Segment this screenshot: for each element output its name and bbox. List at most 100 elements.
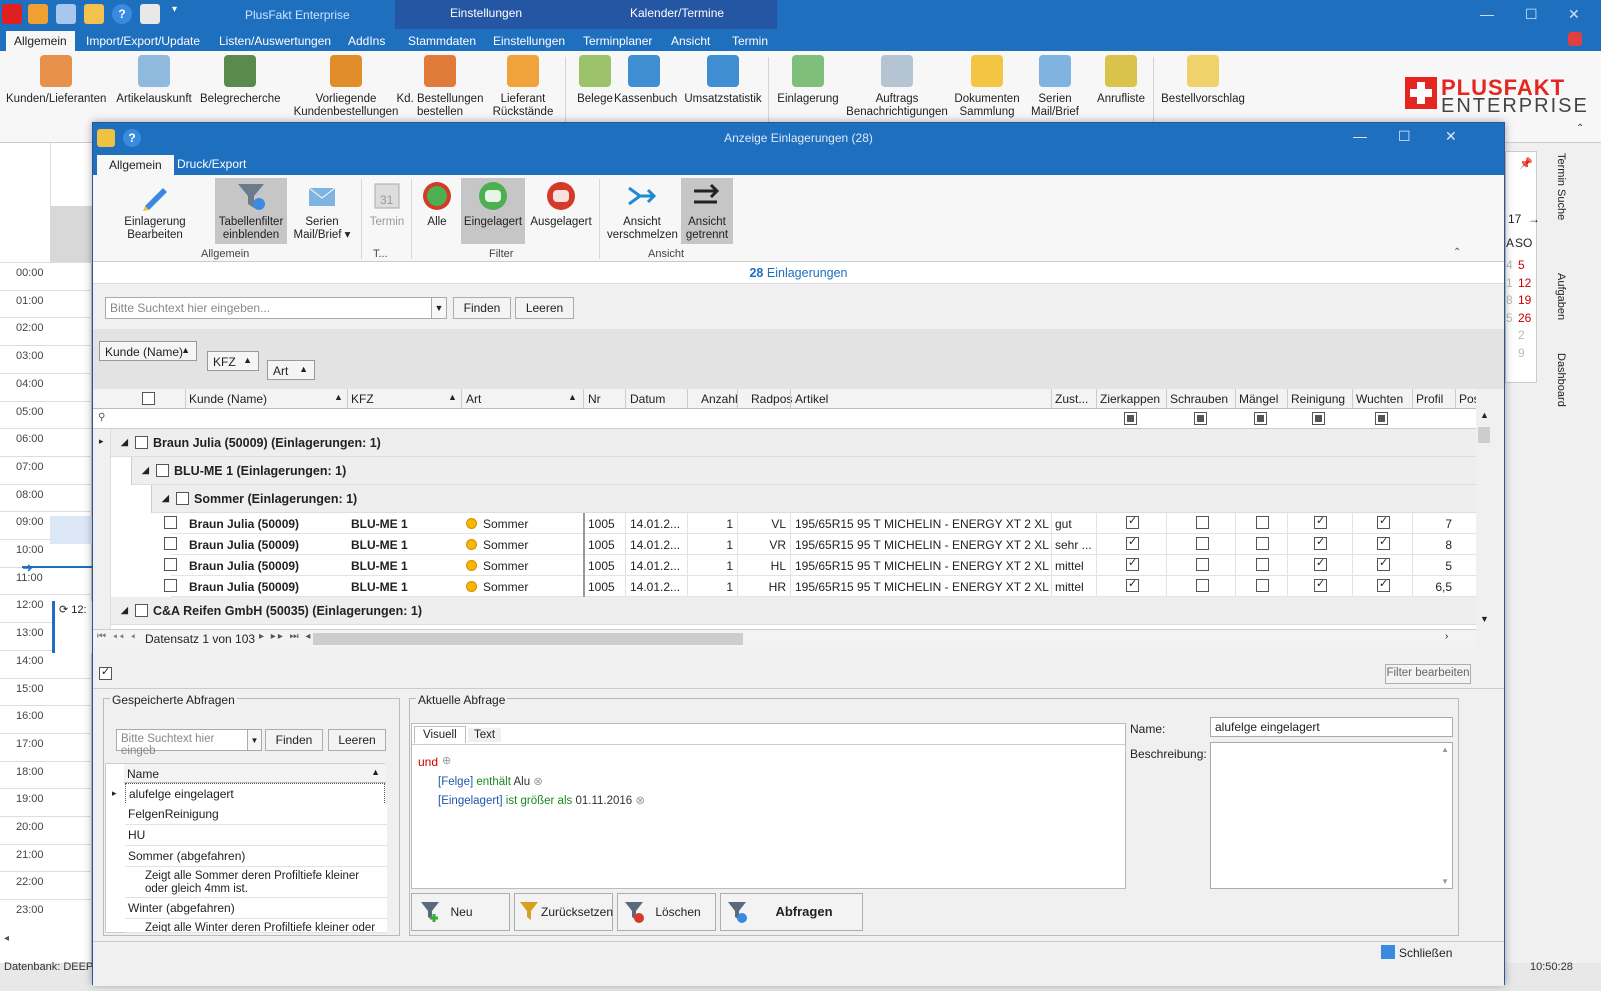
filter-schrauben[interactable]: [1194, 412, 1207, 425]
cell-maengel-checkbox[interactable]: [1256, 516, 1269, 529]
ribbon-belegrecherche-button[interactable]: Belegrecherche: [200, 55, 281, 106]
group-checkbox[interactable]: [176, 492, 189, 505]
tab-einstellungen[interactable]: Einstellungen: [493, 34, 565, 48]
run-query-button[interactable]: Abfragen: [720, 893, 863, 931]
col-nr[interactable]: Nr: [588, 392, 601, 406]
termin-button[interactable]: 31 Termin: [365, 178, 409, 244]
mini-calendar-day[interactable]: 26: [1518, 311, 1531, 325]
group-chip-kfz[interactable]: KFZ ▲: [207, 351, 259, 371]
quick-access-icon-3[interactable]: [84, 4, 104, 24]
cell-maengel-checkbox[interactable]: [1256, 537, 1269, 550]
query-condition-2[interactable]: [Eingelagert] ist größer als 01.11.2016 …: [438, 793, 645, 807]
side-tab-dashboard[interactable]: Dashboard: [1555, 353, 1567, 407]
collapse-icon[interactable]: ◢: [142, 465, 149, 476]
calendar-event[interactable]: ⟳ 12:: [52, 601, 92, 653]
tab-visuell[interactable]: Visuell: [414, 726, 466, 743]
col-art[interactable]: Art: [466, 392, 481, 406]
group-chip-art[interactable]: Art ▲: [267, 360, 315, 380]
clear-button[interactable]: Leeren: [515, 297, 574, 319]
col-schrauben[interactable]: Schrauben: [1170, 392, 1228, 406]
close-icon[interactable]: ✕: [1568, 6, 1580, 23]
saved-list-header[interactable]: Name ▲: [124, 764, 386, 783]
ribbon-kunden-lieferanten-button[interactable]: Kunden/Lieferanten: [6, 55, 106, 106]
delete-query-button[interactable]: Löschen: [617, 893, 716, 931]
group-row-customer-2[interactable]: ◢ C&A Reifen GmbH (50035) (Einlagerungen…: [111, 597, 1476, 625]
select-all-checkbox[interactable]: [142, 392, 155, 405]
quick-access-icon-1[interactable]: [28, 4, 48, 24]
filter-wuchten[interactable]: [1375, 412, 1388, 425]
tab-allgemein[interactable]: Allgemein: [6, 31, 75, 51]
side-tab-termin-suche[interactable]: Termin Suche: [1555, 153, 1567, 220]
saved-clear-button[interactable]: Leeren: [328, 729, 386, 751]
grid-vertical-scrollbar[interactable]: ▲ ▼: [1476, 389, 1492, 647]
saved-search-dropdown-icon[interactable]: ▼: [247, 729, 262, 751]
table-row[interactable]: Braun Julia (50009) BLU-ME 1 Sommer 1005 14.…: [164, 555, 1476, 576]
group-chip-kunde[interactable]: Kunde (Name) ▲: [99, 341, 197, 361]
filter-active-checkbox[interactable]: [99, 665, 112, 680]
cell-schr-checkbox[interactable]: [1196, 516, 1209, 529]
quick-access-icon-5[interactable]: [140, 4, 160, 24]
ribbon-artikelauskunft-button[interactable]: Artikelauskunft: [114, 55, 194, 106]
col-reinigung[interactable]: Reinigung: [1291, 392, 1345, 406]
collapse-ribbon-icon[interactable]: ⌃: [1576, 123, 1584, 134]
cell-wucht-checkbox[interactable]: [1377, 514, 1390, 529]
cell-schr-checkbox[interactable]: [1196, 579, 1209, 592]
ribbon-serien-mail-button[interactable]: Serien Mail/Brief: [1025, 55, 1085, 119]
cell-rein-checkbox[interactable]: [1314, 577, 1327, 592]
mini-calendar-day[interactable]: 12: [1518, 276, 1531, 290]
mini-calendar-day[interactable]: 8: [1506, 293, 1513, 307]
cell-zier-checkbox[interactable]: [1126, 514, 1139, 529]
query-description-input[interactable]: ▲ ▼: [1210, 742, 1453, 889]
group-row-customer[interactable]: ◢ Braun Julia (50009) (Einlagerungen: 1): [111, 429, 1476, 457]
cell-schr-checkbox[interactable]: [1196, 537, 1209, 550]
ribbon-anrufliste-button[interactable]: Anrufliste: [1092, 55, 1150, 106]
filter-alle-button[interactable]: Alle: [415, 178, 459, 244]
cell-rein-checkbox[interactable]: [1314, 556, 1327, 571]
remove-condition-icon[interactable]: ⊗: [533, 776, 543, 788]
query-operator[interactable]: und: [418, 755, 438, 769]
tab-import-export[interactable]: Import/Export/Update: [86, 34, 200, 48]
scroll-right-icon[interactable]: ›: [1445, 631, 1448, 642]
find-button[interactable]: Finden: [453, 297, 511, 319]
col-zierkappen[interactable]: Zierkappen: [1100, 392, 1160, 406]
grid-filter-row[interactable]: ⚲: [93, 409, 1476, 429]
filter-eingelagert-button[interactable]: Eingelagert: [461, 178, 525, 244]
hour-slot[interactable]: 00:00: [0, 262, 92, 290]
ribbon-lieferant-rueckstaende-button[interactable]: Lieferant Rückstände: [487, 55, 559, 119]
row-checkbox[interactable]: [164, 558, 177, 571]
ribbon-belege-button[interactable]: Belege: [570, 55, 620, 106]
ribbon-bestellvorschlag-button[interactable]: Bestellvorschlag: [1158, 55, 1248, 106]
query-condition-1[interactable]: [Felge] enthält Alu ⊗: [438, 774, 543, 788]
mini-calendar-day[interactable]: 5: [1518, 258, 1525, 272]
tab-addins[interactable]: AddIns: [348, 34, 385, 48]
ansicht-verschmelzen-button[interactable]: Ansicht verschmelzen: [607, 178, 678, 244]
col-maengel[interactable]: Mängel: [1239, 392, 1278, 406]
collapse-icon[interactable]: ◢: [121, 605, 128, 616]
dialog-close-icon[interactable]: ✕: [1445, 128, 1457, 145]
col-kfz[interactable]: KFZ: [351, 392, 374, 406]
row-checkbox[interactable]: [164, 516, 177, 529]
tab-text[interactable]: Text: [468, 728, 502, 742]
dialog-tab-allgemein[interactable]: Allgemein: [97, 155, 174, 175]
saved-query-item[interactable]: HU: [125, 825, 387, 846]
filter-reinigung[interactable]: [1312, 412, 1325, 425]
cell-maengel-checkbox[interactable]: [1256, 558, 1269, 571]
tab-stammdaten[interactable]: Stammdaten: [408, 34, 476, 48]
col-anzahl[interactable]: Anzahl: [701, 392, 738, 406]
saved-query-item[interactable]: alufelge eingelagert: [125, 783, 385, 805]
user-icon[interactable]: [1568, 32, 1582, 46]
col-artikel[interactable]: Artikel: [795, 392, 828, 406]
einlagerung-bearbeiten-button[interactable]: Einlagerung Bearbeiten: [123, 178, 187, 244]
group-row-art[interactable]: ◢ Sommer (Einlagerungen: 1): [151, 485, 1476, 513]
hour-slot[interactable]: 18:00: [0, 760, 92, 789]
group-checkbox[interactable]: [135, 436, 148, 449]
collapse-icon[interactable]: ◢: [162, 493, 169, 504]
tab-terminplaner[interactable]: Terminplaner: [583, 34, 652, 48]
saved-query-item[interactable]: Sommer (abgefahren): [125, 846, 387, 867]
hour-slot[interactable]: 17:00: [0, 732, 92, 761]
next-month-icon[interactable]: →: [1528, 212, 1540, 226]
hour-slot[interactable]: 20:00: [0, 816, 92, 844]
hour-slot[interactable]: 23:00: [0, 899, 92, 927]
filter-ausgelagert-button[interactable]: Ausgelagert: [529, 178, 593, 244]
filter-edit-button[interactable]: Filter bearbeiten: [1385, 664, 1471, 684]
